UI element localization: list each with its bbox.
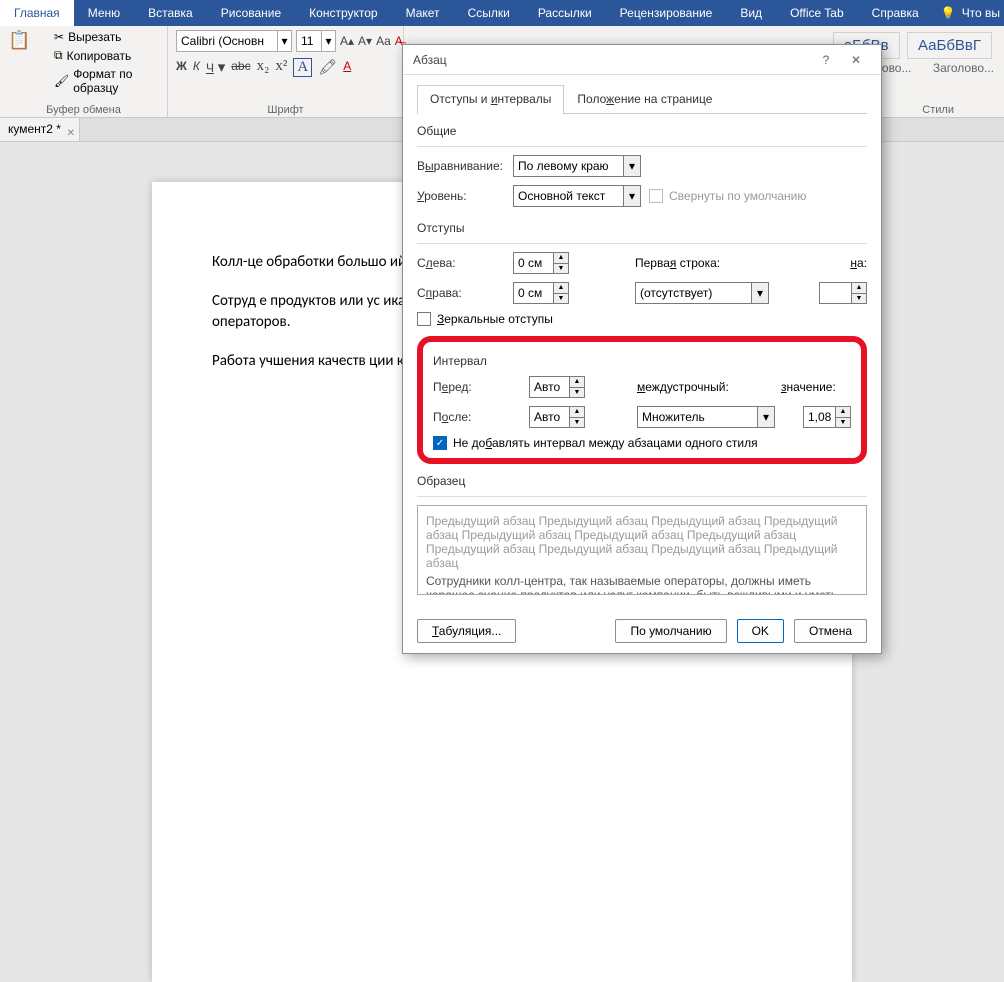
highlight-button[interactable]: 🖍 — [318, 58, 337, 77]
section-preview: Образец — [417, 474, 867, 488]
preview-box: Предыдущий абзац Предыдущий абзац Предыд… — [417, 505, 867, 595]
before-label: Перед: — [433, 380, 521, 394]
cut-button[interactable]: ✂Вырезать — [54, 30, 159, 44]
dialog-title: Абзац — [413, 53, 447, 67]
italic-button[interactable]: К — [193, 58, 200, 77]
cancel-button[interactable]: Отмена — [794, 619, 867, 643]
mirror-indents-checkbox[interactable]: Зеркальные отступы — [417, 312, 867, 326]
first-line-label: Первая строка: — [635, 256, 720, 270]
right-indent-spin[interactable]: ▲▼ — [513, 282, 569, 304]
style-sample[interactable]: АаБбВвГ — [907, 32, 992, 59]
close-icon[interactable]: ✕ — [67, 122, 75, 145]
text-effects-button[interactable]: A — [293, 58, 312, 77]
scissors-icon: ✂ — [54, 30, 64, 44]
format-painter-button[interactable]: 🖌Формат по образцу — [54, 67, 159, 95]
section-indents: Отступы — [417, 221, 867, 235]
font-size-combo[interactable]: ▾ — [296, 30, 336, 52]
paragraph-dialog: Абзац ? ✕ Отступы и интервалы Положение … — [402, 44, 882, 654]
chevron-down-icon[interactable]: ▾ — [277, 31, 291, 51]
align-label: Выравнивание: — [417, 159, 505, 173]
tab-review[interactable]: Рецензирование — [606, 0, 727, 26]
left-indent-label: Слева: — [417, 256, 505, 270]
font-name-combo[interactable]: ▾ — [176, 30, 292, 52]
grow-font-icon[interactable]: A▴ — [340, 30, 354, 52]
section-general: Общие — [417, 124, 867, 138]
level-select[interactable]: ▾ — [513, 185, 641, 207]
doc-tab[interactable]: кумент2 *✕ — [0, 118, 80, 141]
copy-button[interactable]: ⧉Копировать — [54, 48, 159, 63]
help-icon[interactable]: ? — [811, 53, 841, 67]
dialog-tab-position[interactable]: Положение на странице — [564, 85, 725, 114]
shrink-font-icon[interactable]: A▾ — [358, 30, 372, 52]
subscript-button[interactable]: x₂ — [257, 58, 270, 77]
ok-button[interactable]: OK — [737, 619, 784, 643]
after-spin[interactable]: ▲▼ — [529, 406, 585, 428]
section-spacing: Интервал — [433, 354, 851, 368]
bold-button[interactable]: Ж — [176, 58, 187, 77]
font-group-label: Шрифт — [176, 102, 395, 118]
close-icon[interactable]: ✕ — [841, 53, 871, 67]
tell-me[interactable]: 💡Что вы — [941, 6, 1000, 20]
tab-mailings[interactable]: Рассылки — [524, 0, 606, 26]
tab-layout[interactable]: Макет — [392, 0, 454, 26]
align-select[interactable]: ▾ — [513, 155, 641, 177]
tab-view[interactable]: Вид — [726, 0, 776, 26]
left-indent-spin[interactable]: ▲▼ — [513, 252, 569, 274]
first-line-by-spin[interactable]: ▲▼ — [819, 282, 867, 304]
ribbon-tabs: Главная Меню Вставка Рисование Конструкт… — [0, 0, 1004, 26]
copy-icon: ⧉ — [54, 48, 63, 63]
level-label: Уровень: — [417, 189, 505, 203]
dialog-tab-indents[interactable]: Отступы и интервалы — [417, 85, 564, 114]
brush-icon: 🖌 — [54, 74, 69, 88]
style-caption: Заголово... — [933, 61, 994, 75]
line-spacing-select[interactable]: ▾ — [637, 406, 775, 428]
no-space-same-style-checkbox[interactable]: ✓Не добавлять интервал между абзацами од… — [433, 436, 851, 450]
first-line-select[interactable]: ▾ — [635, 282, 769, 304]
collapsed-checkbox: Свернуты по умолчанию — [649, 189, 806, 203]
font-color-button[interactable]: A — [343, 58, 351, 77]
highlighted-spacing-section: Интервал Перед: ▲▼ междустрочный: значен… — [417, 336, 867, 464]
underline-button[interactable]: Ч ▾ — [206, 58, 225, 77]
paste-icon[interactable]: 📋 — [8, 30, 28, 51]
tab-insert[interactable]: Вставка — [134, 0, 207, 26]
tab-design[interactable]: Конструктор — [295, 0, 391, 26]
change-case-icon[interactable]: Aa — [376, 30, 391, 52]
superscript-button[interactable]: x² — [275, 58, 287, 77]
before-spin[interactable]: ▲▼ — [529, 376, 585, 398]
tab-office[interactable]: Office Tab — [776, 0, 858, 26]
after-label: После: — [433, 410, 521, 424]
line-value-spin[interactable]: ▲▼ — [803, 406, 851, 428]
tab-menu[interactable]: Меню — [74, 0, 134, 26]
default-button[interactable]: По умолчанию — [615, 619, 726, 643]
tab-references[interactable]: Ссылки — [454, 0, 524, 26]
tab-draw[interactable]: Рисование — [207, 0, 295, 26]
by-label: на: — [850, 256, 867, 270]
bulb-icon: 💡 — [941, 6, 956, 20]
tabs-button[interactable]: Табуляция... — [417, 619, 516, 643]
strike-button[interactable]: abc — [231, 58, 250, 77]
clipboard-group-label: Буфер обмена — [8, 102, 159, 118]
tab-home[interactable]: Главная — [0, 0, 74, 26]
right-indent-label: Справа: — [417, 286, 505, 300]
tab-help[interactable]: Справка — [858, 0, 933, 26]
chevron-down-icon[interactable]: ▾ — [321, 31, 335, 51]
